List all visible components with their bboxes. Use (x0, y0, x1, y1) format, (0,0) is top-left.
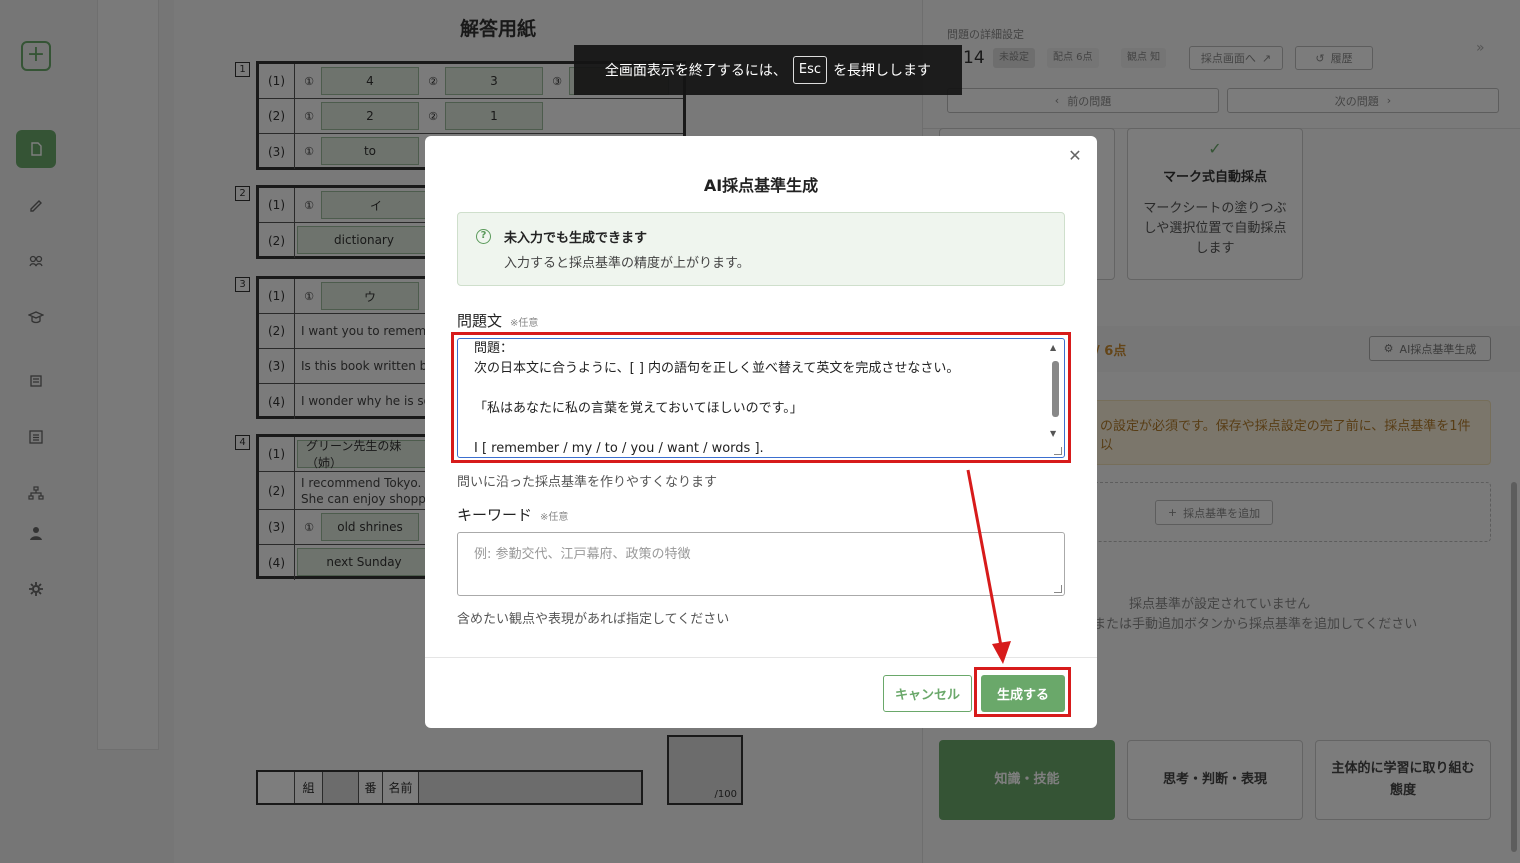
annotation-arrow-icon (966, 469, 1011, 664)
